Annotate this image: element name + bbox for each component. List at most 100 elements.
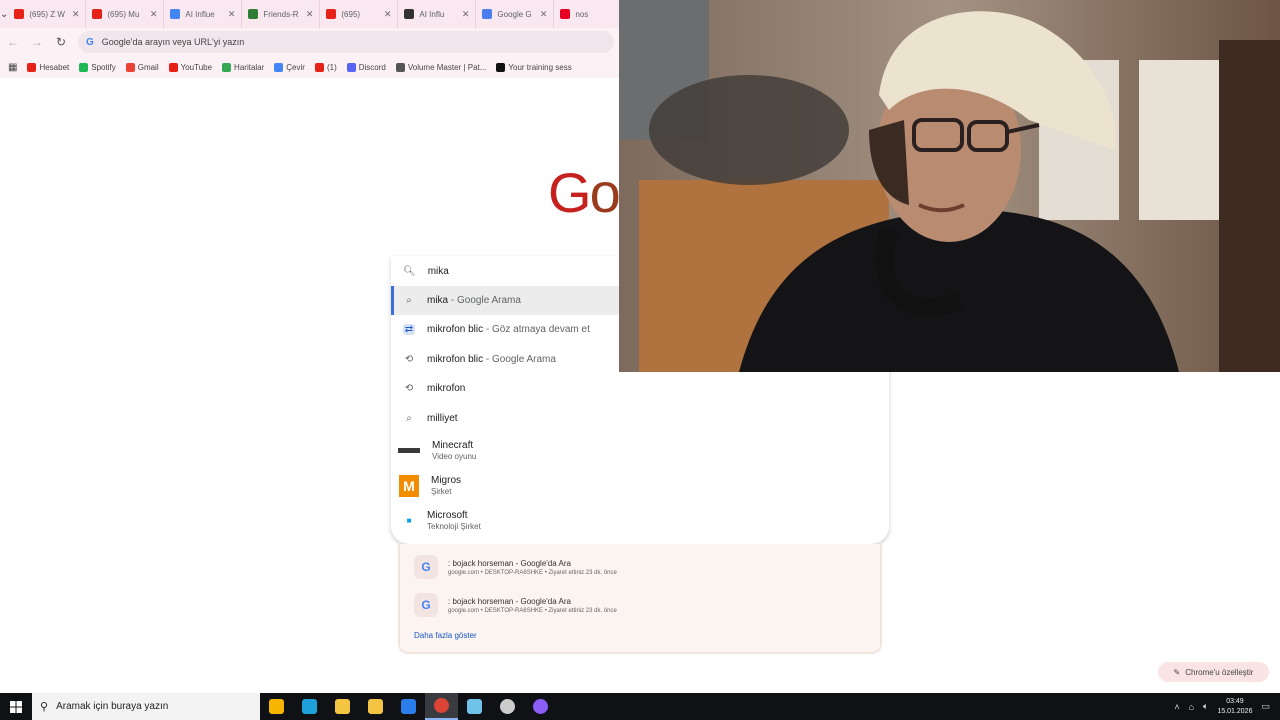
show-more-link[interactable]: Daha fazla göster bbox=[414, 631, 477, 640]
recent-visit-meta: google.com • DESKTOP-RA6SHKE • Ziyaret e… bbox=[448, 569, 617, 576]
suggestion-text: mikrofon blic bbox=[427, 324, 484, 336]
google-g-icon: G bbox=[414, 593, 438, 617]
forward-button[interactable]: → bbox=[30, 35, 44, 49]
translate-icon bbox=[274, 62, 284, 72]
tab-title: nos bbox=[575, 9, 589, 19]
bookmark-label: YouTube bbox=[180, 62, 213, 72]
bookmark-item[interactable]: YouTube bbox=[168, 62, 213, 72]
bookmark-label: Spotify bbox=[91, 62, 116, 72]
browser-tab[interactable]: AI Influe ✕ bbox=[164, 0, 243, 28]
search-input-value: mika bbox=[427, 265, 449, 277]
bookmark-label: Hesabet bbox=[39, 62, 70, 72]
taskbar-apps bbox=[260, 693, 557, 720]
tab-list: (695) Z W ✕ (695) Mu ✕ AI Influe ✕ Friends-R ✕(… bbox=[8, 0, 633, 28]
reload-button[interactable]: ↻ bbox=[54, 35, 68, 49]
bookmark-label: Gmail bbox=[137, 62, 159, 72]
taskbar-app-button[interactable] bbox=[326, 693, 359, 720]
close-icon[interactable]: ✕ bbox=[72, 9, 80, 20]
taskbar-app-button[interactable] bbox=[425, 693, 458, 720]
close-icon[interactable]: ✕ bbox=[384, 9, 392, 20]
apps-grid-icon[interactable]: ▦ bbox=[8, 62, 17, 73]
chrome-icon bbox=[434, 698, 449, 713]
system-tray: ˄ ⌂ 🔈︎ 03:49 15.01.2026 ▭ bbox=[1174, 697, 1280, 717]
notifications-icon[interactable]: ▭ bbox=[1261, 701, 1270, 712]
rich-suggestion-subtitle: Şirket bbox=[431, 486, 452, 496]
rich-suggestion-text: Microsoft Teknoloji Şirket bbox=[427, 510, 481, 532]
suggestion-text-wrap: milliyet bbox=[427, 413, 458, 424]
bookmark-item[interactable]: Volume Master | Pat... bbox=[395, 62, 486, 72]
bookmark-item[interactable]: Haritalar bbox=[222, 62, 264, 72]
recent-visit-text: : bojack horseman - Google'da Ara google.… bbox=[448, 559, 617, 576]
browser-tab[interactable]: (695) ✕ bbox=[320, 0, 399, 28]
microsoft-logo: ■ bbox=[406, 516, 412, 525]
browser-tab[interactable]: (695) Mu ✕ bbox=[86, 0, 165, 28]
recent-visit-title: : bojack horseman - Google'da Ara bbox=[448, 596, 571, 606]
suggestion-item[interactable]: ⟲ mikrofon bbox=[391, 374, 889, 403]
rich-suggestion-text: Minecraft Video oyunu bbox=[432, 440, 476, 462]
recent-visit-item[interactable]: G: bojack horseman - Google'da Ara google… bbox=[414, 593, 617, 617]
bookmark-item[interactable]: Your training sess bbox=[496, 62, 572, 72]
back-button[interactable]: ← bbox=[6, 35, 20, 49]
windows-taskbar: ⚲ Aramak için buraya yazın ˄ ⌂ 🔈︎ 03:49 … bbox=[0, 693, 1280, 720]
customize-chrome-button[interactable]: ✎ Chrome'u özelleştir bbox=[1158, 662, 1269, 682]
network-icon[interactable]: ⌂ bbox=[1189, 702, 1194, 712]
rich-suggestion-title: Minecraft bbox=[432, 439, 474, 451]
bookmark-item[interactable]: Discord bbox=[346, 62, 386, 72]
recent-visit-item[interactable]: G: bojack horseman - Google'da Ara google… bbox=[414, 555, 617, 579]
taskbar-app-button[interactable] bbox=[491, 693, 524, 720]
tab-search-button[interactable]: ⌄ bbox=[0, 0, 8, 28]
taskbar-search-placeholder: Aramak için buraya yazın bbox=[56, 701, 169, 712]
rich-suggestion-item[interactable]: Minecraft Video oyunu bbox=[391, 433, 889, 468]
close-icon[interactable]: ✕ bbox=[306, 9, 314, 20]
suggestion-text: mikrofon bbox=[427, 383, 466, 395]
browser-tab[interactable]: Google G ✕ bbox=[476, 0, 555, 28]
start-button[interactable] bbox=[0, 693, 32, 720]
webcam-overlay bbox=[619, 0, 1280, 372]
taskbar-app-button[interactable] bbox=[293, 693, 326, 720]
chatgpt-icon bbox=[404, 9, 415, 19]
rich-suggestion-item[interactable]: ■ Microsoft Teknoloji Şirket bbox=[391, 503, 889, 538]
search-icon: ⌕ bbox=[406, 412, 412, 424]
bookmark-item[interactable]: Çevir bbox=[274, 62, 305, 72]
chevron-up-icon[interactable]: ˄ bbox=[1174, 702, 1179, 712]
suggestion-text: mika bbox=[427, 295, 449, 306]
browser-tab[interactable]: Friends-R ✕ bbox=[242, 0, 321, 28]
youtube-icon bbox=[27, 62, 37, 72]
obs-icon bbox=[500, 699, 515, 714]
customize-chrome-label: Chrome'u özelleştir bbox=[1185, 667, 1254, 677]
taskbar-app-button[interactable] bbox=[392, 693, 425, 720]
spotify-icon bbox=[79, 62, 89, 72]
rich-suggestion-item[interactable]: M Migros Şirket bbox=[391, 468, 889, 503]
suggestion-text: mikrofon blic bbox=[427, 353, 484, 365]
search-icon: ⌕ bbox=[406, 295, 412, 306]
address-bar[interactable]: G Google'da arayın veya URL'yi yazın bbox=[78, 31, 614, 53]
browser-tab[interactable]: AI Influ ✕ bbox=[398, 0, 477, 28]
suggestion-item[interactable]: ⌕ milliyet bbox=[391, 404, 889, 433]
taskbar-app-button[interactable] bbox=[458, 693, 491, 720]
tab-title: AI Influ bbox=[419, 9, 445, 19]
taskbar-app-button[interactable] bbox=[359, 693, 392, 720]
mail-icon bbox=[401, 699, 416, 714]
taskbar-search-box[interactable]: ⚲ Aramak için buraya yazın bbox=[32, 693, 260, 720]
browser-tab[interactable]: (695) Z W ✕ bbox=[8, 0, 87, 28]
search-icon: 🔍︎ bbox=[403, 265, 416, 277]
docs-icon bbox=[170, 9, 181, 19]
close-icon[interactable]: ✕ bbox=[462, 9, 470, 20]
bookmark-item[interactable]: Spotify bbox=[79, 62, 116, 72]
clock[interactable]: 03:49 15.01.2026 bbox=[1217, 697, 1252, 717]
taskbar-app-button[interactable] bbox=[260, 693, 293, 720]
bookmark-item[interactable]: (1) bbox=[314, 62, 337, 72]
tab-title: AI Influe bbox=[185, 9, 215, 19]
taskbar-app-button[interactable] bbox=[524, 693, 557, 720]
close-icon[interactable]: ✕ bbox=[228, 9, 236, 20]
bookmark-item[interactable]: Gmail bbox=[125, 62, 159, 72]
friends-icon bbox=[248, 9, 259, 19]
history-icon: ⟲ bbox=[404, 383, 414, 395]
bookmark-item[interactable]: Hesabet bbox=[27, 62, 70, 72]
clock-date: 15.01.2026 bbox=[1217, 707, 1253, 715]
google-g-icon: G bbox=[86, 36, 94, 48]
close-icon[interactable]: ✕ bbox=[150, 9, 158, 20]
close-icon[interactable]: ✕ bbox=[540, 9, 548, 20]
volume-icon[interactable]: 🔈︎ bbox=[1203, 701, 1208, 712]
chevron-down-icon: ⌄ bbox=[0, 8, 9, 20]
